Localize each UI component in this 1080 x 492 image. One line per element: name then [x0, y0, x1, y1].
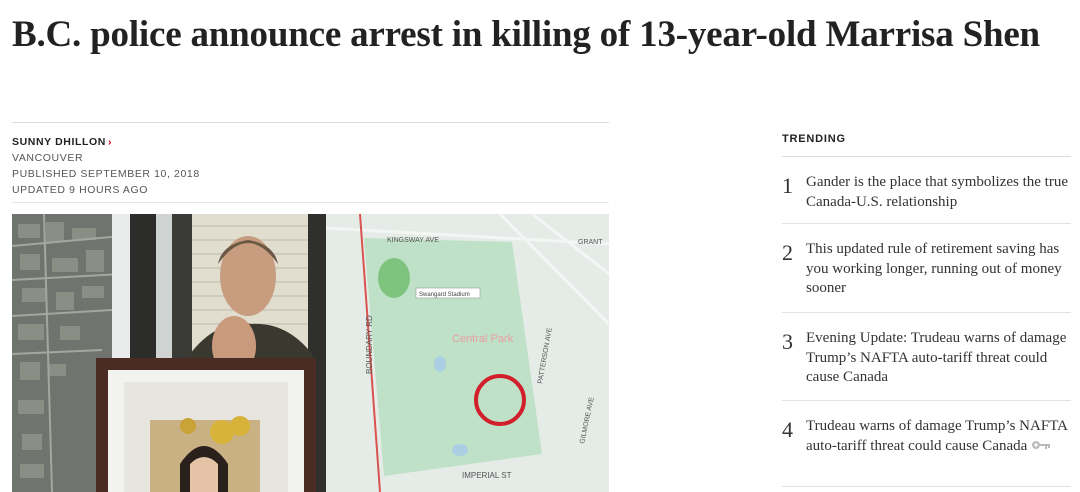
author-link[interactable]: SUNNY DHILLON › — [12, 134, 609, 150]
photo-illustration: Swangard Stadium Central Park KINGSWAY A… — [12, 214, 609, 492]
author-name[interactable]: SUNNY DHILLON — [12, 136, 106, 148]
trending-list: 1 Gander is the place that symbolizes th… — [782, 157, 1071, 487]
chevron-right-icon: › — [107, 136, 113, 148]
trending-link[interactable]: Evening Update: Trudeau warns of damage … — [806, 329, 1071, 400]
trending-heading: TRENDING — [782, 133, 846, 145]
byline: SUNNY DHILLON › VANCOUVER PUBLISHED SEPTE… — [12, 134, 609, 198]
trending-link[interactable]: This updated rule of retirement saving h… — [806, 240, 1071, 312]
byline-bottom-divider — [12, 202, 609, 203]
key-icon — [1031, 437, 1051, 457]
trending-number: 4 — [782, 417, 793, 442]
svg-text:KINGSWAY AVE: KINGSWAY AVE — [387, 237, 439, 244]
svg-text:BOUNDARY RD: BOUNDARY RD — [365, 315, 374, 374]
trending-link[interactable]: Gander is the place that symbolizes the … — [806, 173, 1071, 223]
svg-text:IMPERIAL ST: IMPERIAL ST — [462, 471, 512, 480]
article-photo: Swangard Stadium Central Park KINGSWAY A… — [12, 214, 609, 492]
trending-number: 1 — [782, 173, 793, 198]
trending-number: 3 — [782, 329, 793, 354]
trending-link-wrap[interactable]: Trudeau warns of damage Trump’s NAFTA au… — [806, 417, 1071, 486]
trending-item-3[interactable]: 3 Evening Update: Trudeau warns of damag… — [782, 313, 1071, 401]
trending-item-4[interactable]: 4 Trudeau warns of damage Trump’s NAFTA … — [782, 401, 1071, 487]
dateline-location: VANCOUVER — [12, 152, 84, 164]
svg-text:GRANT: GRANT — [578, 239, 603, 246]
trending-link[interactable]: Trudeau warns of damage Trump’s NAFTA au… — [806, 418, 1067, 454]
published-date: PUBLISHED SEPTEMBER 10, 2018 — [12, 168, 200, 180]
svg-text:Swangard Stadium: Swangard Stadium — [419, 292, 470, 298]
byline-top-divider — [12, 122, 609, 123]
article-headline: B.C. police announce arrest in killing o… — [12, 14, 1040, 55]
trending-item-1[interactable]: 1 Gander is the place that symbolizes th… — [782, 157, 1071, 224]
trending-number: 2 — [782, 240, 793, 265]
updated-time: UPDATED 9 HOURS AGO — [12, 184, 149, 196]
svg-text:Central Park: Central Park — [452, 333, 514, 345]
trending-item-2[interactable]: 2 This updated rule of retirement saving… — [782, 224, 1071, 313]
